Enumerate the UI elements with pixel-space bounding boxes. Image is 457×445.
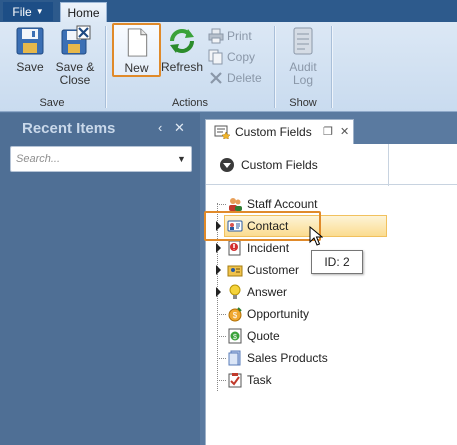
copy-button[interactable]: Copy: [208, 48, 255, 66]
custom-fields-header-label: Custom Fields: [241, 158, 318, 172]
delete-x-icon: [210, 72, 222, 84]
save-close-icon: [61, 25, 91, 55]
custom-fields-content: Custom Fields Staff Account Contact Inci…: [205, 144, 457, 445]
new-document-icon: [127, 28, 147, 57]
id-tooltip: ID: 2: [311, 250, 363, 274]
chevron-down-icon: ▼: [35, 7, 44, 16]
staff-icon: [229, 198, 242, 211]
print-button[interactable]: Print: [208, 27, 252, 45]
tree-item-answer[interactable]: Answer: [206, 281, 457, 303]
tree-item-quote[interactable]: $ Quote: [206, 325, 457, 347]
tree-item-opportunity[interactable]: $ Opportunity: [206, 303, 457, 325]
recent-items-title: Recent Items: [22, 120, 116, 137]
tree-item-task[interactable]: Task: [206, 369, 457, 391]
tree-item-label: Staff Account: [247, 197, 318, 211]
search-input[interactable]: Search...: [16, 153, 177, 165]
chevron-down-icon[interactable]: ▼: [177, 154, 191, 164]
sales-products-icon: [228, 350, 241, 366]
floppy-disk-icon: [16, 27, 44, 55]
tree-item-label: Sales Products: [247, 351, 328, 365]
audit-log-button[interactable]: Audit Log: [283, 25, 323, 87]
refresh-icon: [170, 29, 194, 53]
collapse-panel-icon[interactable]: ‹: [158, 120, 162, 135]
new-button[interactable]: New: [112, 23, 161, 77]
close-icon[interactable]: ✕: [174, 120, 185, 136]
opportunity-icon: $: [228, 307, 242, 322]
save-button[interactable]: Save: [10, 25, 50, 74]
audit-log-icon: [293, 27, 313, 55]
ribbon-group-label-save: Save: [39, 97, 65, 109]
copy-button-label: Copy: [227, 50, 256, 64]
tree-item-label: Answer: [247, 285, 288, 299]
printer-icon: [208, 28, 224, 44]
divider: [206, 184, 457, 185]
tree-item-label: Task: [247, 373, 272, 387]
tree-item-label: Customer: [247, 263, 300, 277]
recent-items-panel: Recent Items ‹ ✕ Search... ▼: [0, 113, 200, 445]
custom-fields-icon: [214, 125, 230, 139]
file-menu-button[interactable]: File ▼: [3, 2, 53, 21]
expand-arrow-icon[interactable]: [216, 287, 221, 297]
tree-item-label: Opportunity: [247, 307, 310, 321]
ribbon-group-show: Audit Log Show: [275, 22, 331, 112]
customer-icon: [227, 265, 243, 277]
new-button-label: New: [124, 61, 149, 75]
expand-arrow-icon[interactable]: [216, 265, 221, 275]
tab-custom-fields-label: Custom Fields: [235, 125, 312, 139]
float-window-icon[interactable]: ❐: [323, 125, 333, 138]
mouse-pointer-icon: [309, 226, 323, 246]
svg-text:$: $: [233, 311, 238, 320]
file-menu-label: File: [12, 4, 32, 19]
answer-bulb-icon: [229, 284, 241, 299]
tree-item-sales-products[interactable]: Sales Products: [206, 347, 457, 369]
ribbon-group-actions: New Refresh Print Copy Delete Actions: [106, 22, 274, 112]
ribbon-group-label-actions: Actions: [171, 97, 209, 109]
tab-custom-fields[interactable]: Custom Fields ❐ ✕: [205, 119, 354, 144]
delete-button[interactable]: Delete: [208, 69, 262, 87]
collapse-circle-icon[interactable]: [220, 158, 234, 172]
print-button-label: Print: [227, 29, 252, 43]
tree-item-label: Quote: [247, 329, 280, 343]
tab-home-label: Home: [67, 6, 100, 20]
expand-arrow-icon[interactable]: [216, 243, 221, 253]
refresh-button-label: Refresh: [160, 60, 204, 74]
save-and-close-button[interactable]: Save & Close: [54, 25, 96, 87]
task-icon: [228, 373, 242, 388]
tab-home[interactable]: Home: [60, 2, 107, 23]
save-button-label: Save: [16, 60, 44, 74]
ribbon-group-label-show: Show: [289, 97, 317, 109]
tree-item-label: Incident: [247, 241, 290, 255]
column-divider: [388, 144, 389, 186]
svg-text:$: $: [233, 334, 237, 341]
contact-highlight-callout: [204, 211, 321, 241]
ribbon-tab-strip: File ▼ Home: [0, 0, 457, 23]
save-and-close-label-2: Close: [59, 73, 91, 87]
ribbon: Save Save & Close Save New Refresh Print…: [0, 22, 457, 112]
ribbon-group-divider: [331, 26, 332, 108]
audit-log-label-2: Log: [292, 73, 314, 87]
ribbon-group-save: Save Save & Close Save: [0, 22, 104, 112]
incident-icon: [228, 240, 241, 256]
custom-fields-header[interactable]: Custom Fields: [220, 158, 318, 172]
quote-icon: $: [228, 328, 242, 344]
delete-button-label: Delete: [227, 71, 262, 85]
copy-icon: [208, 49, 223, 65]
close-tab-icon[interactable]: ✕: [340, 125, 349, 138]
recent-items-search[interactable]: Search... ▼: [10, 146, 192, 172]
refresh-button[interactable]: Refresh: [160, 25, 204, 74]
